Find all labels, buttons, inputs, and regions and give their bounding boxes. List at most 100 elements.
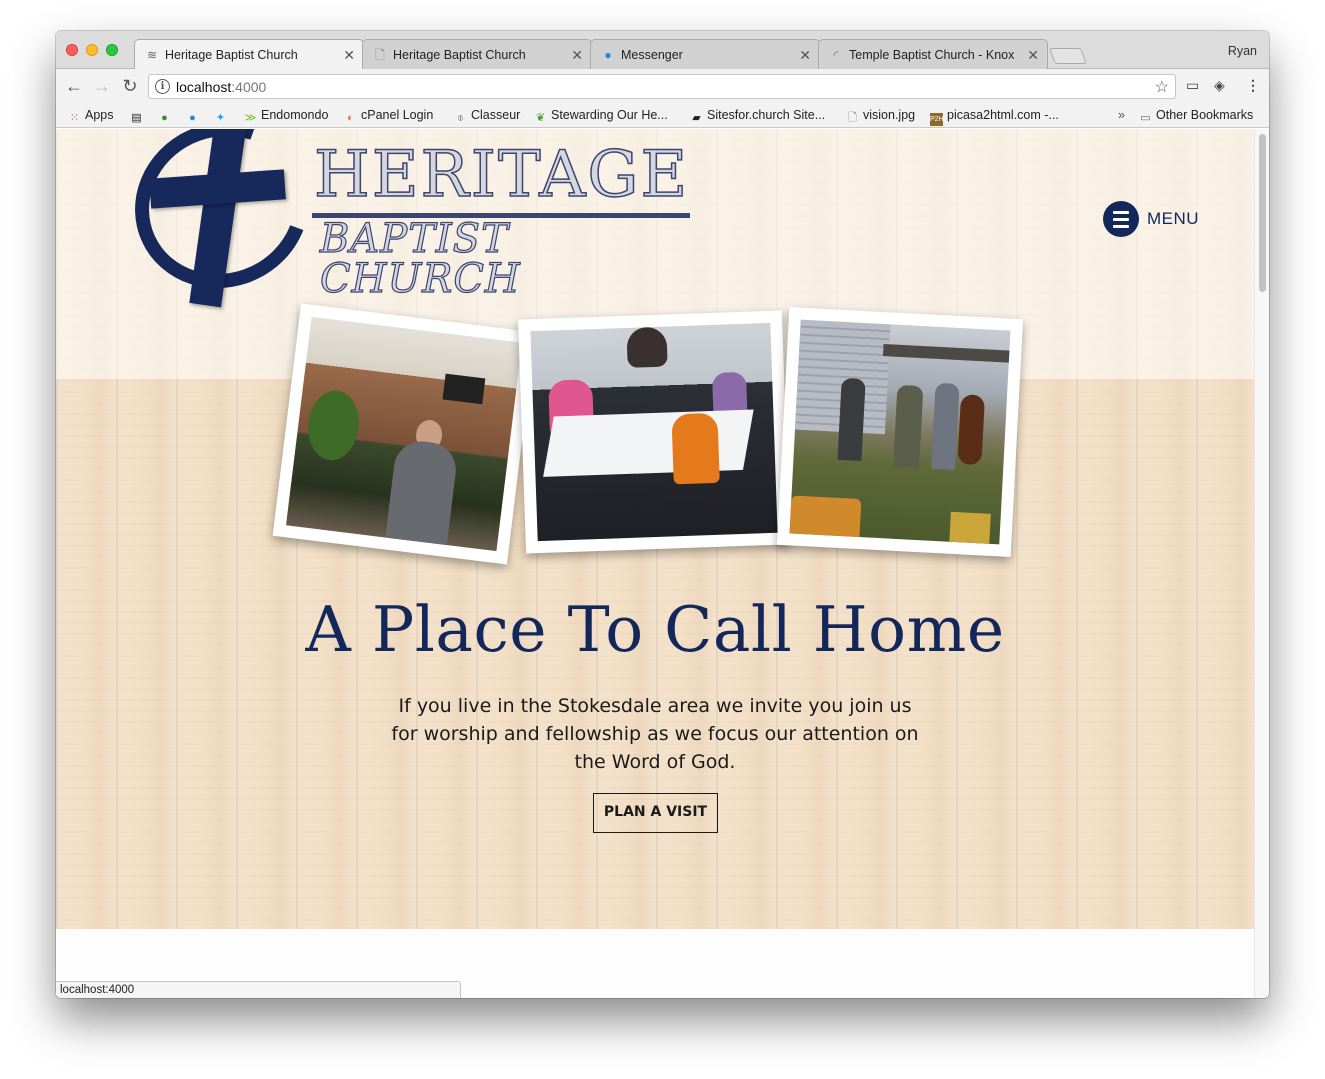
url-port: :4000 [231, 79, 267, 95]
bookmark-label: Endomondo [261, 108, 329, 122]
bookmark-book[interactable]: ▤ [130, 108, 147, 125]
p2h-icon: P2H [930, 113, 944, 126]
browser-toolbar: ← → ↻ i localhost:4000 ☆ ▭ ◈ ⋮ [56, 69, 1269, 103]
bookmark-label: picasa2html.com -... [947, 108, 1059, 122]
photo-children-table [517, 310, 791, 554]
more-menu-icon[interactable]: ⋮ [1246, 77, 1260, 94]
new-tab-button[interactable] [1049, 48, 1087, 64]
bookmark-twitter[interactable]: ✦ [214, 108, 231, 125]
bookmark-label: Apps [85, 108, 114, 122]
twitter-icon: ✦ [215, 112, 226, 124]
clip-icon: ⌽ [457, 112, 464, 124]
chair [789, 495, 862, 540]
musician [931, 382, 960, 470]
close-tab-icon[interactable]: ✕ [343, 47, 355, 64]
logo-heritage-text: HERITAGE [313, 138, 690, 212]
bookmark-label: vision.jpg [863, 108, 916, 122]
band-photo [789, 319, 1011, 545]
info-icon[interactable]: i [155, 79, 170, 94]
browser-window: ≋ Heritage Baptist Church ✕ 🗋 Heritage B… [56, 31, 1269, 998]
address-bar[interactable]: i localhost:4000 ☆ [148, 74, 1176, 99]
logo-baptist-church-text: BAPTIST CHURCH [319, 216, 521, 302]
hero-description: If you live in the Stokesdale area we in… [391, 695, 919, 773]
back-arrow-icon[interactable]: ← [64, 76, 84, 96]
menu-label: MENU [1147, 209, 1200, 228]
plant [304, 387, 363, 464]
children-photo [530, 322, 778, 542]
bookmark-stewarding[interactable]: ❦ Stewarding Our He... [534, 108, 668, 125]
bookmark-label: Stewarding Our He... [551, 108, 668, 122]
messenger-icon: ● [189, 112, 196, 124]
bookmark-messenger[interactable]: ● [186, 108, 203, 125]
bookmark-cpanel[interactable]: ◐ cPanel Login [344, 108, 433, 125]
tab-title: Messenger [621, 48, 683, 62]
page-viewport: HERITAGE BAPTIST CHURCH MENU A Place To … [56, 129, 1254, 998]
reload-icon[interactable]: ↻ [120, 76, 140, 96]
bookmark-apps[interactable]: ⁙ Apps [68, 108, 114, 125]
zoom-window-button[interactable] [106, 44, 118, 56]
layers-extension-icon[interactable]: ◈ [1214, 77, 1225, 94]
folder-icon: ▭ [1140, 112, 1151, 124]
bookmark-endomondo[interactable]: ≫ Endomondo [244, 108, 329, 125]
church-logo[interactable]: HERITAGE BAPTIST CHURCH [107, 129, 692, 317]
url-host: localhost [176, 79, 232, 95]
cast-icon[interactable]: ▭ [1186, 77, 1199, 94]
bookmarks-bar: ⁙ Apps ▤ ● ● ✦ ≫ Endomondo ◐ cPanel Login ⌽… [56, 103, 1269, 128]
musician [893, 384, 924, 469]
roof [882, 344, 1011, 364]
plan-a-visit-button[interactable]: PLAN A VISIT [593, 793, 718, 833]
messenger-icon: ● [604, 48, 612, 62]
close-window-button[interactable] [66, 44, 78, 56]
tab-heritage-active[interactable]: ≋ Heritage Baptist Church ✕ [134, 39, 364, 70]
photo-bluegrass-band [776, 307, 1024, 557]
endomondo-icon: ≫ [244, 112, 257, 124]
worship-photo [285, 316, 523, 552]
scrollbar-thumb[interactable] [1259, 134, 1266, 292]
bookmark-vision[interactable]: 🗋 vision.jpg [846, 108, 915, 125]
tab-title: Temple Baptist Church - Knox [849, 48, 1015, 62]
tab-title: Heritage Baptist Church [165, 48, 298, 62]
page-scrollbar[interactable] [1254, 129, 1269, 998]
page-icon: 🗋 [375, 48, 385, 62]
bookmark-label: Sitesfor.church Site... [707, 108, 826, 122]
profile-name[interactable]: Ryan [1228, 44, 1257, 58]
notebook-icon: ▰ [692, 112, 701, 124]
close-tab-icon[interactable]: ✕ [571, 47, 583, 64]
man [384, 438, 459, 552]
adult [626, 326, 668, 368]
tab-messenger[interactable]: ● Messenger ✕ [590, 39, 820, 69]
tab-heritage-2[interactable]: 🗋 Heritage Baptist Church ✕ [362, 39, 592, 69]
tab-temple-baptist[interactable]: ◜ Temple Baptist Church - Knox ✕ [818, 39, 1048, 69]
close-tab-icon[interactable]: ✕ [1027, 47, 1039, 64]
minimize-window-button[interactable] [86, 44, 98, 56]
bookmark-classeur[interactable]: ⌽ Classeur [454, 108, 520, 125]
tab-strip: ≋ Heritage Baptist Church ✕ 🗋 Heritage B… [56, 31, 1269, 70]
bookmark-star-icon[interactable]: ☆ [1155, 77, 1169, 97]
bass [957, 394, 986, 466]
hero-title: A Place To Call Home [305, 593, 1005, 666]
bookmark-label: Classeur [471, 108, 521, 122]
file-icon: 🗋 [848, 112, 857, 124]
tv [442, 373, 486, 405]
table [543, 409, 754, 477]
url-text[interactable]: localhost:4000 [176, 79, 266, 95]
forward-arrow-icon[interactable]: → [92, 76, 112, 96]
bookmark-label: cPanel Login [361, 108, 434, 122]
tab-title: Heritage Baptist Church [393, 48, 526, 62]
bookmarks-overflow-icon[interactable]: » [1118, 108, 1125, 122]
bookmark-other[interactable]: ▭ Other Bookmarks [1139, 108, 1253, 125]
cpanel-icon: ◐ [347, 112, 354, 124]
kid [671, 412, 720, 485]
bookmark-sitesfor[interactable]: ▰ Sitesfor.church Site... [690, 108, 825, 125]
close-tab-icon[interactable]: ✕ [799, 47, 811, 64]
bookmark-label: Other Bookmarks [1156, 108, 1254, 122]
bookmark-fruit[interactable]: ● [158, 108, 175, 125]
heritage-favicon-icon: ≋ [146, 48, 158, 62]
loading-icon: ◜ [833, 48, 839, 62]
chair [949, 511, 991, 544]
bookmark-picasa2html[interactable]: P2H picasa2html.com -... [930, 108, 1059, 126]
apps-grid-icon: ⁙ [69, 112, 80, 124]
musician [837, 377, 866, 462]
leaf-icon: ❦ [535, 112, 546, 124]
book-icon: ▤ [131, 112, 142, 124]
